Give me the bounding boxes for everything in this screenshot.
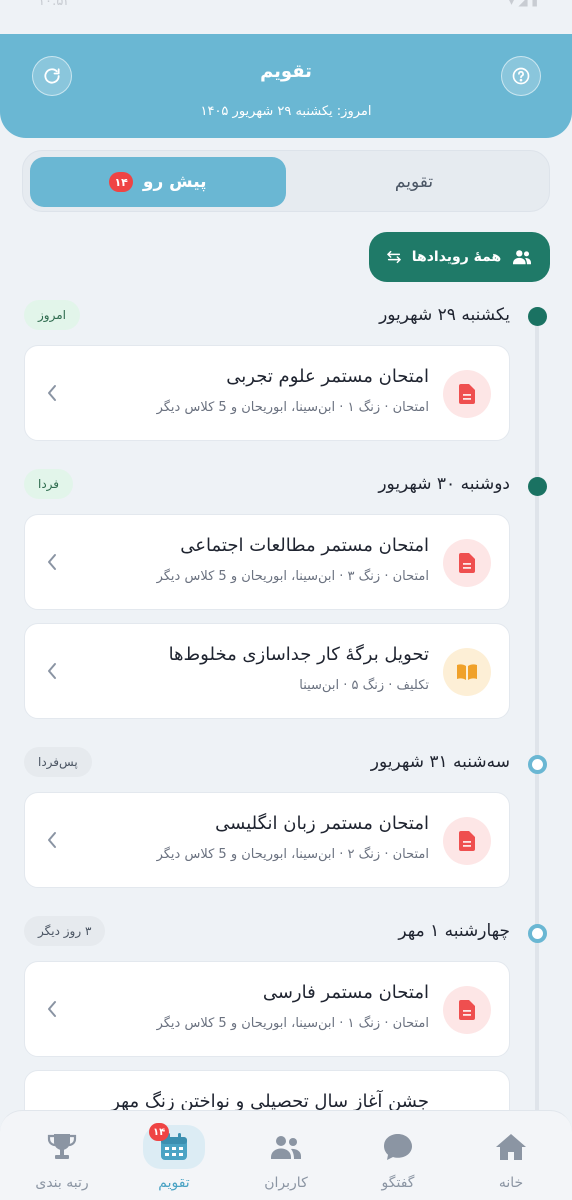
day-label: دوشنبه ۳۰ شهریور [378, 474, 510, 494]
tab-calendar-label: تقویم [394, 172, 434, 192]
event-title: امتحان مستمر زبان انگلیسی [215, 813, 429, 834]
all-events-label: همهٔ رویدادها [411, 249, 502, 265]
exam-icon-badge [443, 986, 491, 1034]
timeline-dot [528, 477, 547, 496]
event-meta: امتحان · زنگ ۳ · ابن‌سینا، ابوریحان و 5 … [156, 569, 429, 584]
nav-calendar[interactable]: ۱۴ تقویم [124, 1117, 224, 1197]
exam-icon-badge [443, 539, 491, 587]
chevron-left-icon [48, 1001, 56, 1017]
event-card[interactable]: امتحان مستمر فارسی امتحان · زنگ ۱ · ابن‌… [24, 961, 510, 1057]
calendar-count-badge: ۱۴ [149, 1123, 170, 1141]
users-icon [271, 1136, 301, 1159]
relative-day-badge: پس‌فردا [24, 747, 92, 777]
help-icon [512, 67, 530, 85]
event-card[interactable]: امتحان مستمر زبان انگلیسی امتحان · زنگ ۲… [24, 792, 510, 888]
event-card[interactable]: تحویل برگهٔ کار جداسازی مخلوط‌ها تکلیف ·… [24, 623, 510, 719]
nav-home-label: خانه [498, 1175, 524, 1191]
day-label: یکشنبه ۲۹ شهریور [379, 305, 510, 325]
document-icon [459, 1000, 475, 1020]
timeline-dot [528, 755, 547, 774]
page-title: تقویم [260, 61, 312, 82]
event-meta: امتحان · زنگ ۱ · ابن‌سینا، ابوریحان و 5 … [156, 1016, 429, 1031]
document-icon [459, 553, 475, 573]
timeline-dot-today [528, 307, 547, 326]
timeline-dot [528, 924, 547, 943]
nav-home[interactable]: خانه [461, 1117, 561, 1197]
document-icon [459, 384, 475, 404]
view-tabs: پیش رو ۱۴ تقویم [22, 150, 550, 212]
nav-chat-label: گفتگو [381, 1175, 415, 1191]
exam-icon-badge [443, 370, 491, 418]
status-icons: ▾ ◢ ▮ [508, 0, 538, 8]
relative-day-badge: امروز [24, 300, 80, 330]
day-label: سه‌شنبه ۳۱ شهریور [370, 752, 510, 772]
status-time: ۱۰:۵۴ [38, 0, 71, 9]
event-title: جشن آغاز سال تحصیلی و نواختن زنگ مهر [111, 1091, 429, 1112]
bottom-navigation: خانه گفتگو کاربران ۱۴ تقویم رتبه بندی [0, 1110, 572, 1200]
nav-ranking-label: رتبه بندی [35, 1175, 89, 1191]
event-title: امتحان مستمر مطالعات اجتماعی [180, 535, 429, 556]
chevron-left-icon [48, 554, 56, 570]
help-button[interactable] [501, 56, 541, 96]
document-icon [459, 831, 475, 851]
all-events-button[interactable]: همهٔ رویدادها [369, 232, 550, 282]
event-card[interactable]: امتحان مستمر علوم تجربی امتحان · زنگ ۱ ·… [24, 345, 510, 441]
relative-day-badge: ۳ روز دیگر [24, 916, 106, 946]
event-title: امتحان مستمر فارسی [262, 982, 429, 1003]
app-header: تقویم امروز: یکشنبه ۲۹ شهریور ۱۴۰۵ [0, 34, 572, 138]
tab-upcoming-label: پیش رو [142, 172, 207, 192]
chevron-left-icon [48, 832, 56, 848]
home-icon [496, 1134, 526, 1160]
chat-icon [384, 1134, 412, 1160]
assignment-icon-badge [443, 648, 491, 696]
swap-icon [387, 250, 401, 264]
event-meta: امتحان · زنگ ۲ · ابن‌سینا، ابوریحان و 5 … [156, 847, 429, 862]
nav-chat[interactable]: گفتگو [348, 1117, 448, 1197]
trophy-icon [47, 1134, 77, 1159]
upcoming-count-badge: ۱۴ [109, 172, 133, 192]
nav-users-label: کاربران [264, 1175, 308, 1191]
nav-ranking[interactable]: رتبه بندی [12, 1117, 112, 1197]
event-meta: امتحان · زنگ ۱ · ابن‌سینا، ابوریحان و 5 … [156, 400, 429, 415]
timeline-line [535, 318, 539, 1118]
tab-upcoming[interactable]: پیش رو ۱۴ [30, 157, 286, 207]
today-date: امروز: یکشنبه ۲۹ شهریور ۱۴۰۵ [200, 104, 372, 119]
tab-calendar[interactable]: تقویم [286, 157, 542, 207]
day-label: چهارشنبه ۱ مهر [398, 921, 510, 941]
exam-icon-badge [443, 817, 491, 865]
event-title: تحویل برگهٔ کار جداسازی مخلوط‌ها [168, 644, 429, 665]
status-bar: ۱۰:۵۴ ▾ ◢ ▮ [0, 0, 572, 34]
relative-day-badge: فردا [24, 469, 74, 499]
chevron-left-icon [48, 385, 56, 401]
event-meta: تکلیف · زنگ ۵ · ابن‌سینا [299, 678, 429, 693]
event-title: امتحان مستمر علوم تجربی [226, 366, 429, 387]
nav-users[interactable]: کاربران [236, 1117, 336, 1197]
book-icon [457, 664, 477, 680]
users-icon [513, 250, 532, 265]
nav-calendar-label: تقویم [158, 1175, 190, 1191]
chevron-left-icon [48, 663, 56, 679]
event-card[interactable]: امتحان مستمر مطالعات اجتماعی امتحان · زن… [24, 514, 510, 610]
